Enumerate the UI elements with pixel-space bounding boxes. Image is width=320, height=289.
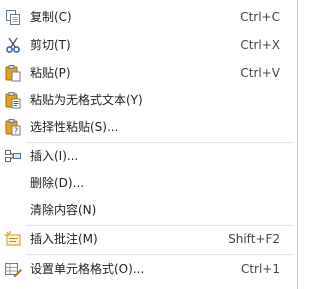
menu-item-label: 粘贴为无格式文本(Y) [30,93,143,107]
menu-item-label: 插入批注(M) [30,232,98,246]
paste-text-icon [4,91,22,109]
menu-item-shortcut: Ctrl+X [240,38,280,52]
menu-item-shortcut: Ctrl+C [240,10,280,24]
menu-item-label: 设置单元格格式(O)... [30,262,145,276]
insert-comment-icon [4,230,22,248]
menu-item-shortcut: Ctrl+1 [240,262,280,276]
menu-item-label: 剪切(T) [30,38,71,52]
menu-item-shortcut: Shift+F2 [228,232,280,246]
menu-item-shortcut: Ctrl+V [240,66,280,80]
context-menu: 复制(C) Ctrl+C 剪切(T) Ctrl+X 粘贴(P) Ctrl+V 粘… [0,0,298,289]
menu-item-label: 插入(I)... [30,149,79,163]
menu-item-insert-comment[interactable]: 插入批注(M) Shift+F2 [0,226,297,252]
menu-item-paste[interactable]: 粘贴(P) Ctrl+V [0,60,297,86]
menu-item-label: 选择性粘贴(S)... [30,120,119,134]
menu-item-label: 删除(D)... [30,176,85,190]
format-cells-icon [4,260,22,278]
menu-item-insert[interactable]: 插入(I)... [0,143,297,169]
menu-item-paste-special[interactable]: ? 选择性粘贴(S)... [0,114,297,140]
menu-item-label: 清除内容(N) [30,203,97,217]
menu-item-clear-contents[interactable]: 清除内容(N) [0,197,297,223]
menu-item-format-cells[interactable]: 设置单元格格式(O)... Ctrl+1 [0,256,297,282]
menu-item-delete[interactable]: 删除(D)... [0,170,297,196]
menu-separator [26,254,293,255]
copy-icon [4,8,22,26]
menu-item-cut[interactable]: 剪切(T) Ctrl+X [0,32,297,58]
paste-icon [4,64,22,82]
menu-item-label: 复制(C) [30,10,72,24]
insert-icon [4,147,22,165]
menu-item-copy[interactable]: 复制(C) Ctrl+C [0,4,297,30]
menu-item-label: 粘贴(P) [30,66,71,80]
paste-special-icon: ? [4,118,22,136]
scissors-icon [4,36,22,54]
svg-text:?: ? [14,127,18,136]
menu-item-paste-plain-text[interactable]: 粘贴为无格式文本(Y) [0,87,297,113]
